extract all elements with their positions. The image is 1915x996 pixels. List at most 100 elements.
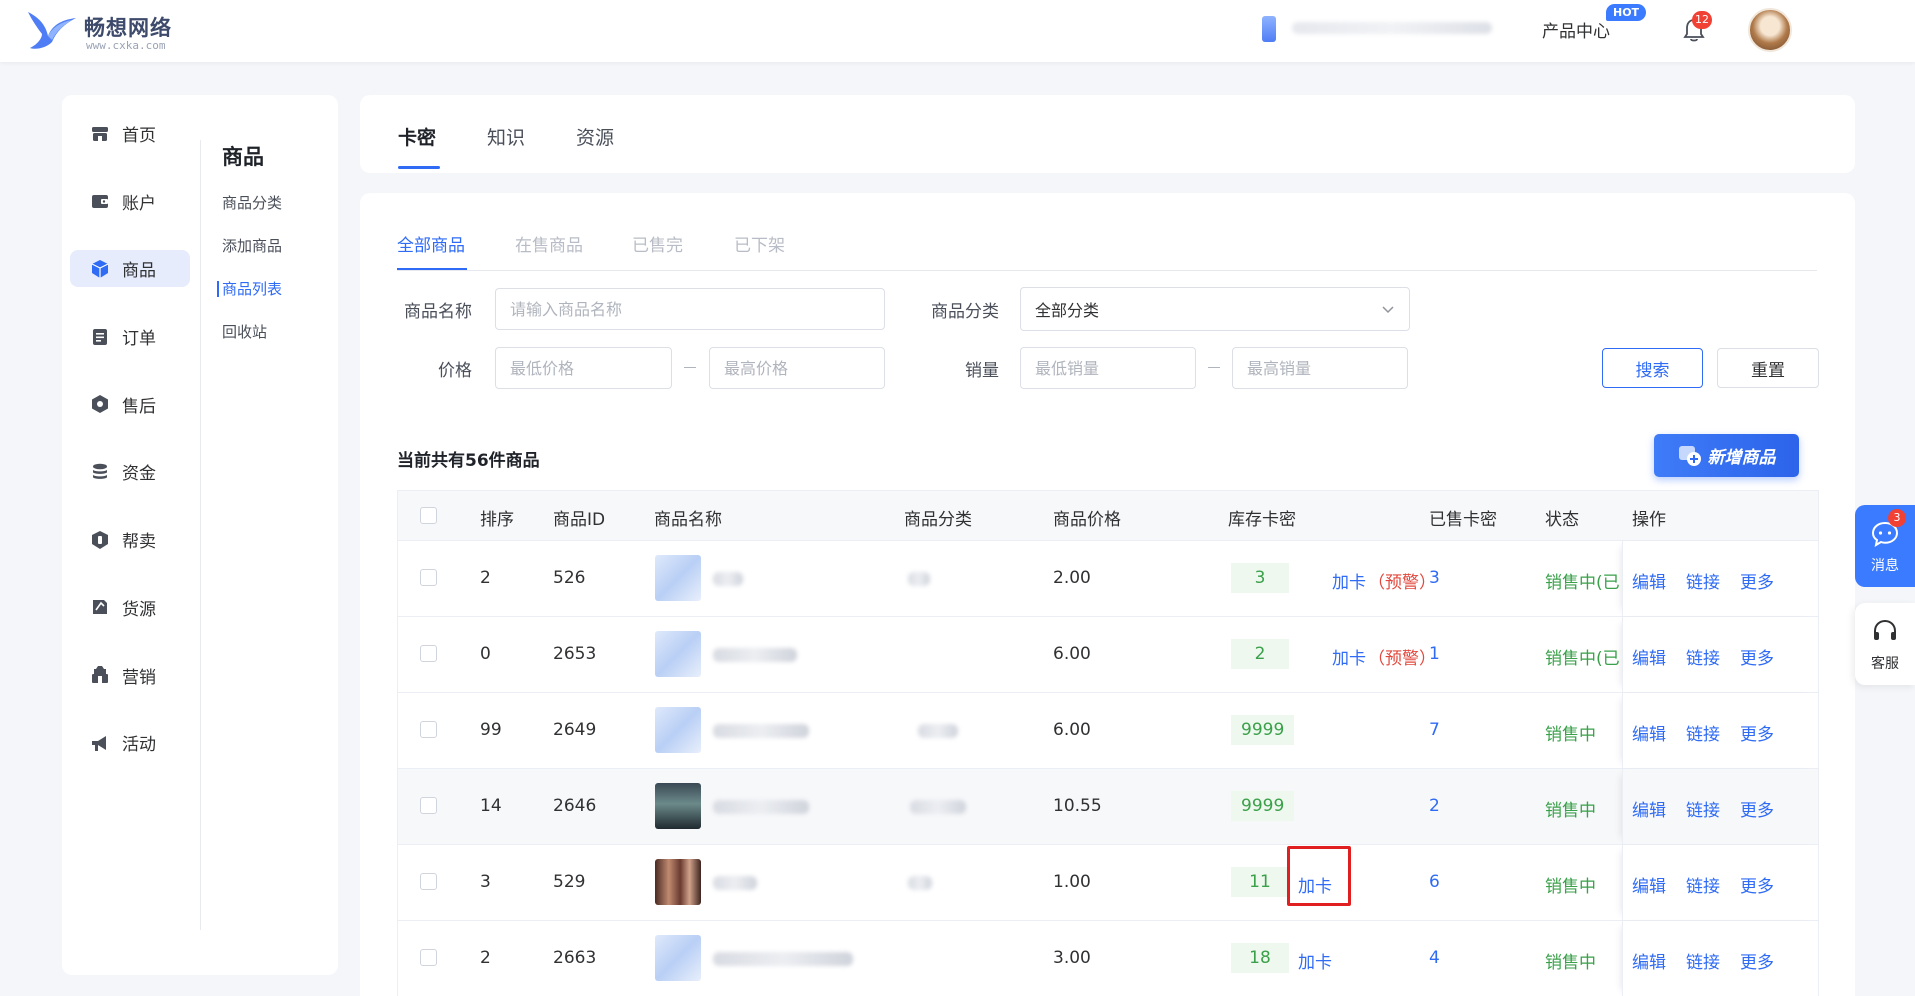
reset-button[interactable]: 重置 — [1717, 348, 1819, 388]
price-range-dash — [684, 367, 696, 368]
cell-price: 6.00 — [1053, 644, 1091, 664]
row-checkbox[interactable] — [420, 645, 437, 662]
link-link[interactable]: 链接 — [1686, 872, 1720, 897]
order-icon — [93, 328, 107, 345]
edit-link[interactable]: 编辑 — [1632, 644, 1666, 669]
row-checkbox[interactable] — [420, 721, 437, 738]
more-link[interactable]: 更多 — [1740, 872, 1774, 897]
header-product-name: 商品名称 — [654, 510, 722, 530]
price-max-input[interactable] — [709, 347, 885, 389]
tab-off-shelf[interactable]: 已下架 — [734, 231, 785, 256]
submenu-item-add-product[interactable]: 添加商品 — [222, 236, 282, 279]
sidebar-item-help-sell[interactable]: 帮卖 — [70, 521, 190, 558]
sidebar-item-orders[interactable]: 订单 — [70, 318, 190, 355]
sidebar-item-activities[interactable]: 活动 — [70, 724, 190, 761]
tab-all-products[interactable]: 全部商品 — [397, 231, 465, 256]
more-link[interactable]: 更多 — [1740, 948, 1774, 973]
product-center-link[interactable]: 产品中心 — [1542, 17, 1610, 42]
coins-icon — [93, 463, 107, 479]
sidebar-item-marketing[interactable]: 营销 — [70, 657, 190, 694]
sidebar-item-account[interactable]: 账户 — [70, 183, 190, 220]
more-link[interactable]: 更多 — [1740, 644, 1774, 669]
link-link[interactable]: 链接 — [1686, 568, 1720, 593]
product-thumbnail[interactable] — [655, 555, 701, 601]
more-link[interactable]: 更多 — [1740, 568, 1774, 593]
cell-sold[interactable]: 2 — [1429, 796, 1440, 816]
tab-knowledge[interactable]: 知识 — [487, 123, 525, 150]
status-tabs: 全部商品 在售商品 已售完 已下架 — [397, 231, 1817, 271]
logo[interactable]: 畅想网络 www.cxka.com — [26, 8, 196, 54]
tab-sold-out[interactable]: 已售完 — [632, 231, 683, 256]
sidebar-item-after-sales[interactable]: 售后 — [70, 386, 190, 423]
table-row: 2 526 2.00 3 加卡 （预警） 3 销售中(已 编辑 链接 更多 — [397, 541, 1819, 617]
cell-sort: 99 — [480, 720, 502, 740]
submenu-item-categories[interactable]: 商品分类 — [222, 193, 282, 236]
link-link[interactable]: 链接 — [1686, 720, 1720, 745]
actions-cell: 编辑 链接 更多 — [1622, 845, 1819, 920]
message-badge: 3 — [1888, 509, 1906, 527]
edit-link[interactable]: 编辑 — [1632, 796, 1666, 821]
phone-icon[interactable] — [1262, 16, 1276, 42]
avatar[interactable] — [1748, 8, 1792, 52]
category-select[interactable]: 全部分类 — [1020, 287, 1410, 331]
select-all-checkbox[interactable] — [420, 507, 437, 524]
logo-subtitle: www.cxka.com — [86, 39, 166, 52]
sidebar-item-funds[interactable]: 资金 — [70, 453, 190, 490]
more-link[interactable]: 更多 — [1740, 796, 1774, 821]
sidebar-item-supply[interactable]: 货源 — [70, 589, 190, 626]
sidebar-item-home[interactable]: 首页 — [70, 115, 190, 152]
link-link[interactable]: 链接 — [1686, 948, 1720, 973]
price-min-input[interactable] — [495, 347, 672, 389]
more-link[interactable]: 更多 — [1740, 720, 1774, 745]
add-card-link[interactable]: 加卡 — [1298, 948, 1332, 973]
status-text: 销售中 — [1545, 877, 1596, 897]
hot-badge: HOT — [1606, 4, 1647, 21]
cell-sold[interactable]: 3 — [1429, 568, 1440, 588]
message-float-button[interactable]: 3 消息 — [1855, 505, 1915, 587]
header-price: 商品价格 — [1053, 510, 1121, 530]
menu-divider — [200, 140, 201, 930]
row-checkbox[interactable] — [420, 949, 437, 966]
cell-price: 10.55 — [1053, 796, 1102, 816]
service-float-button[interactable]: 客服 — [1855, 603, 1915, 685]
header-status: 状态 — [1545, 510, 1579, 530]
stock-count: 3 — [1231, 563, 1289, 593]
add-product-button[interactable]: 新增商品 — [1654, 434, 1799, 477]
row-checkbox[interactable] — [420, 797, 437, 814]
link-link[interactable]: 链接 — [1686, 644, 1720, 669]
submenu-item-recycle-bin[interactable]: 回收站 — [222, 322, 282, 365]
row-checkbox[interactable] — [420, 569, 437, 586]
cell-sold[interactable]: 7 — [1429, 720, 1440, 740]
tab-underline — [398, 166, 440, 169]
sales-max-input[interactable] — [1232, 347, 1408, 389]
add-card-link[interactable]: 加卡 — [1298, 872, 1332, 897]
product-thumbnail[interactable] — [655, 783, 701, 829]
cell-sold[interactable]: 1 — [1429, 644, 1440, 664]
row-checkbox[interactable] — [420, 873, 437, 890]
sidebar-item-label: 帮卖 — [122, 532, 156, 553]
add-card-link[interactable]: 加卡 — [1332, 644, 1366, 669]
sales-min-input[interactable] — [1020, 347, 1196, 389]
product-thumbnail[interactable] — [655, 707, 701, 753]
tab-resources[interactable]: 资源 — [576, 123, 614, 150]
product-thumbnail[interactable] — [655, 935, 701, 981]
link-link[interactable]: 链接 — [1686, 796, 1720, 821]
edit-link[interactable]: 编辑 — [1632, 720, 1666, 745]
blurred-category — [918, 724, 958, 738]
status-text: 销售中 — [1545, 953, 1596, 973]
tab-on-sale[interactable]: 在售商品 — [515, 231, 583, 256]
edit-link[interactable]: 编辑 — [1632, 872, 1666, 897]
tab-card-secret[interactable]: 卡密 — [398, 123, 436, 150]
edit-link[interactable]: 编辑 — [1632, 948, 1666, 973]
product-name-input[interactable] — [495, 288, 885, 330]
add-card-link[interactable]: 加卡 — [1332, 568, 1366, 593]
product-thumbnail[interactable] — [655, 631, 701, 677]
sidebar-item-products[interactable]: 商品 — [70, 250, 190, 288]
edit-link[interactable]: 编辑 — [1632, 568, 1666, 593]
cell-sold[interactable]: 6 — [1429, 872, 1440, 892]
product-thumbnail[interactable] — [655, 859, 701, 905]
search-button[interactable]: 搜索 — [1602, 348, 1703, 388]
store-icon — [92, 126, 108, 141]
submenu-item-product-list[interactable]: 商品列表 — [216, 279, 282, 322]
cell-sold[interactable]: 4 — [1429, 948, 1440, 968]
